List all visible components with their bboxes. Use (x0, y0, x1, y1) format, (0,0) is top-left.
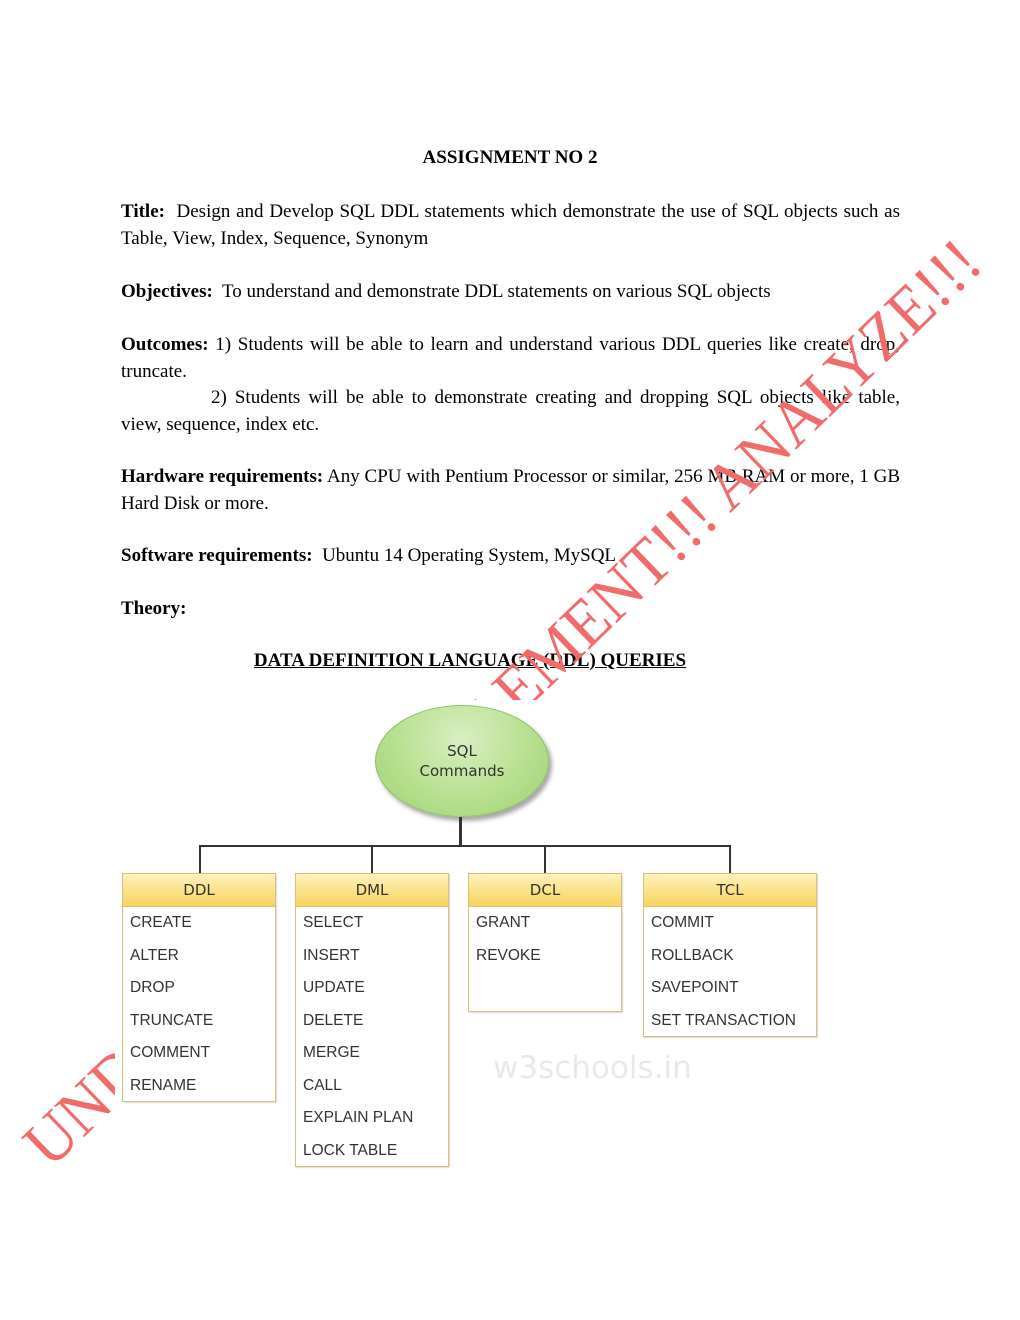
software-text: Ubuntu 14 Operating System, MySQL (322, 545, 617, 566)
command-item: TRUNCATE (130, 1011, 214, 1029)
category-box-tcl: TCL COMMIT ROLLBACK SAVEPOINT SET TRANSA… (643, 873, 817, 1037)
theory-paragraph: Theory: (121, 596, 900, 623)
command-item: RENAME (130, 1076, 197, 1094)
category-box-dcl: DCL GRANT REVOKE (468, 873, 622, 1012)
root-label-line1: SQL (447, 742, 477, 760)
command-item: SELECT (303, 914, 364, 931)
category-header: DDL (123, 874, 275, 907)
connector-dcl (544, 845, 546, 873)
site-watermark: w3schools.in (493, 1050, 692, 1086)
command-item: SET TRANSACTION (651, 1011, 796, 1029)
objectives-label: Objectives: (121, 281, 213, 302)
title-paragraph: Title: Design and Develop SQL DDL statem… (121, 199, 900, 252)
connector-dml (371, 845, 373, 873)
hardware-paragraph: Hardware requirements: Any CPU with Pent… (121, 464, 900, 517)
sql-commands-diagram: w3schools.in SQL Commands DDL CREATE ALT… (115, 700, 835, 1175)
connector-ddl (199, 845, 201, 873)
outcome-item-1: 1) Students will be able to learn and un… (121, 334, 901, 382)
document-page: ASSIGNMENT NO 2 Title: Design and Develo… (0, 0, 1020, 1320)
outcomes-paragraph: Outcomes: 1) Students will be able to le… (121, 332, 900, 438)
command-item: DROP (130, 979, 175, 996)
assignment-heading: ASSIGNMENT NO 2 (422, 147, 598, 168)
command-item: UPDATE (303, 979, 365, 996)
title-label: Title: (121, 201, 165, 222)
command-item: ALTER (130, 946, 179, 964)
category-box-ddl: DDL CREATE ALTER DROP TRUNCATE COMMENT R… (122, 873, 276, 1102)
software-paragraph: Software requirements: Ubuntu 14 Operati… (121, 543, 900, 570)
category-header: DCL (469, 874, 621, 907)
theory-label: Theory: (121, 598, 187, 619)
connector-horizontal (199, 845, 731, 847)
command-item: DELETE (303, 1011, 364, 1029)
command-item: CREATE (130, 914, 192, 931)
command-item: COMMENT (130, 1044, 211, 1061)
category-box-dml: DML SELECT INSERT UPDATE DELETE MERGE CA… (295, 873, 449, 1167)
command-item: LOCK TABLE (303, 1141, 398, 1159)
objectives-paragraph: Objectives: To understand and demonstrat… (121, 279, 900, 306)
root-node-sql-commands: SQL Commands (375, 705, 549, 817)
section-heading: DATA DEFINITION LANGUAGE (DDL) QUERIES (253, 650, 687, 671)
outcomes-label: Outcomes: (121, 334, 209, 355)
outcome-item-2: 2) Students will be able to demonstrate … (121, 387, 900, 435)
command-item: SAVEPOINT (651, 979, 739, 996)
category-header: TCL (644, 874, 816, 907)
command-item: COMMIT (651, 914, 714, 931)
command-item: CALL (303, 1076, 342, 1094)
hardware-label: Hardware requirements: (121, 466, 324, 487)
software-label: Software requirements: (121, 545, 313, 566)
category-header: DML (296, 874, 448, 907)
command-item: INSERT (303, 946, 360, 964)
command-item: EXPLAIN PLAN (303, 1109, 414, 1126)
title-text: Design and Develop SQL DDL statements wh… (121, 201, 900, 249)
objectives-text: To understand and demonstrate DDL statem… (221, 281, 771, 302)
command-item: REVOKE (476, 946, 541, 964)
command-item: ROLLBACK (651, 946, 734, 964)
connector-trunk (459, 817, 462, 846)
command-item: MERGE (303, 1044, 360, 1061)
root-label-line2: Commands (419, 762, 505, 780)
connector-tcl (729, 845, 731, 873)
command-item: GRANT (476, 914, 531, 931)
